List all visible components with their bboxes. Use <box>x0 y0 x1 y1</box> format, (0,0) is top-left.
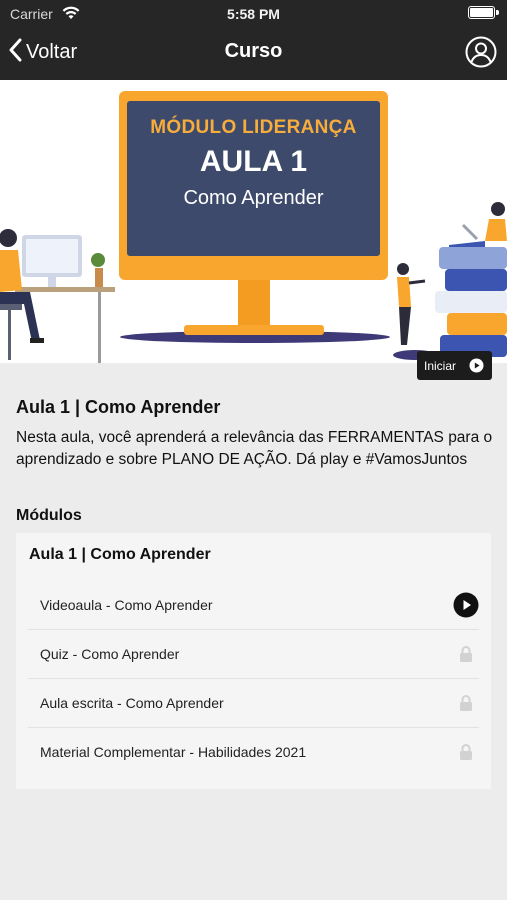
module-item-label: Aula escrita - Como Aprender <box>40 695 224 711</box>
user-circle-icon <box>465 36 497 72</box>
person-at-desk-illustration <box>0 229 115 363</box>
banner-lesson-name: Como Aprender <box>183 187 324 209</box>
lesson-description: Nesta aula, você aprenderá a relevância … <box>16 429 493 468</box>
lesson-title: Aula 1 | Como Aprender <box>16 397 221 417</box>
monitor-base <box>184 325 324 335</box>
back-label: Voltar <box>26 40 78 63</box>
lock-icon <box>453 641 479 667</box>
module-item-label: Videoaula - Como Aprender <box>40 597 213 613</box>
navigation-bar: Voltar Curso <box>0 28 507 80</box>
module-item-label: Material Complementar - Habilidades 2021 <box>40 744 307 760</box>
play-icon[interactable] <box>453 592 479 618</box>
start-button[interactable]: Iniciar <box>417 351 492 380</box>
module-item-aula-escrita[interactable]: Aula escrita - Como Aprender <box>28 679 479 728</box>
module-item-material-complementar[interactable]: Material Complementar - Habilidades 2021 <box>28 728 479 777</box>
module-card-title: Aula 1 | Como Aprender <box>29 546 211 563</box>
monitor-stand <box>238 280 270 325</box>
status-bar: Carrier 5:58 PM <box>0 0 507 28</box>
top-bar: Carrier 5:58 PM Voltar Curso <box>0 0 507 80</box>
lock-icon <box>453 739 479 765</box>
books-and-students-illustration <box>393 202 507 360</box>
monitor-screen: MÓDULO LIDERANÇA AULA 1 Como Aprender <box>127 101 380 256</box>
course-banner: MÓDULO LIDERANÇA AULA 1 Como Aprender <box>0 80 507 363</box>
lock-icon <box>453 690 479 716</box>
monitor-illustration: MÓDULO LIDERANÇA AULA 1 Como Aprender <box>119 91 388 280</box>
modules-heading: Módulos <box>16 507 82 524</box>
play-circle-icon <box>469 358 484 376</box>
banner-module-label: MÓDULO LIDERANÇA <box>150 117 357 138</box>
module-item-videoaula[interactable]: Videoaula - Como Aprender <box>28 581 479 630</box>
battery-icon <box>468 6 499 19</box>
profile-button[interactable] <box>465 36 497 68</box>
chevron-left-icon <box>8 38 22 67</box>
banner-lesson-number: AULA 1 <box>199 145 308 178</box>
module-item-quiz[interactable]: Quiz - Como Aprender <box>28 630 479 679</box>
back-button[interactable]: Voltar <box>8 36 77 68</box>
module-card: Aula 1 | Como Aprender Videoaula - Como … <box>16 533 491 789</box>
clock: 5:58 PM <box>227 6 280 22</box>
module-item-label: Quiz - Como Aprender <box>40 646 180 662</box>
start-label: Iniciar <box>424 358 457 373</box>
